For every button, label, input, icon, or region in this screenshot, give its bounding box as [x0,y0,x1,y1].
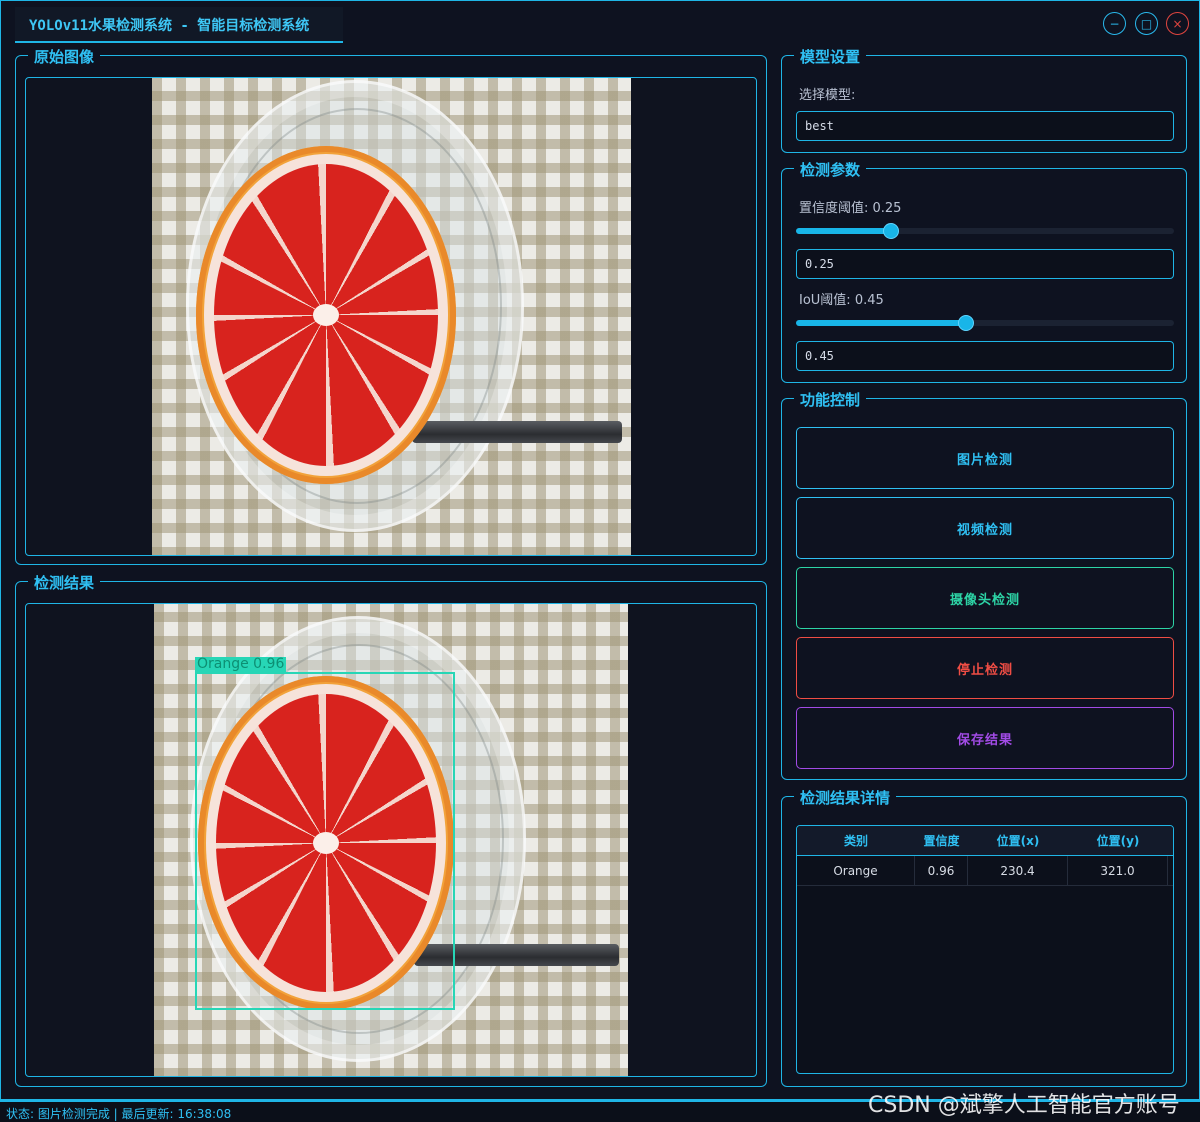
app-window: YOLOv11水果检测系统 - 智能目标检测系统 − □ × 原始图像 检测结果… [0,0,1200,1100]
column-header-y[interactable]: 位置(y) [1068,826,1168,855]
model-settings-panel: 模型设置 选择模型: best [781,46,1187,153]
image-detect-button[interactable]: 图片检测 [796,427,1174,489]
result-image-frame: Orange 0.96 [25,603,757,1077]
detection-box: Orange 0.96 [195,657,455,1010]
confidence-slider-handle[interactable] [883,223,899,239]
iou-slider-handle[interactable] [958,315,974,331]
confidence-label: 置信度阈值: 0.25 [799,201,902,216]
function-control-panel: 功能控制 图片检测 视频检测 摄像头检测 停止检测 保存结果 [781,389,1187,780]
original-image-panel: 原始图像 [15,46,767,565]
iou-input[interactable]: 0.45 [796,341,1174,371]
model-select[interactable]: best [796,111,1174,141]
cell-confidence: 0.96 [915,856,968,885]
save-result-button[interactable]: 保存结果 [796,707,1174,769]
table-row[interactable]: Orange 0.96 230.4 321.0 [797,856,1173,886]
minimize-button[interactable]: − [1103,12,1126,35]
grapefruit [196,146,456,484]
iou-slider[interactable] [796,315,1174,331]
column-header-confidence[interactable]: 置信度 [915,826,968,855]
column-header-class[interactable]: 类别 [797,826,915,855]
maximize-icon: □ [1140,16,1153,31]
maximize-button[interactable]: □ [1135,12,1158,35]
detection-params-title: 检测参数 [794,159,867,180]
result-photo: Orange 0.96 [154,604,628,1076]
results-table-header: 类别 置信度 位置(x) 位置(y) [797,826,1173,856]
original-image-title: 原始图像 [28,46,101,67]
detection-params-panel: 检测参数 置信度阈值: 0.25 0.25 IoU阈值: 0.45 0.45 [781,159,1187,383]
original-image-frame [25,77,757,556]
cell-x: 230.4 [968,856,1068,885]
close-icon: × [1172,16,1183,31]
camera-detect-button[interactable]: 摄像头检测 [796,567,1174,629]
minimize-icon: − [1109,16,1120,31]
results-detail-title: 检测结果详情 [794,787,897,808]
detection-result-title: 检测结果 [28,572,101,593]
close-button[interactable]: × [1166,12,1189,35]
title-bar: YOLOv11水果检测系统 - 智能目标检测系统 − □ × [1,1,1199,43]
iou-label: IoU阈值: 0.45 [799,293,884,308]
watermark: CSDN @斌擎人工智能官方账号 [868,1093,1180,1118]
model-select-label: 选择模型: [799,88,856,103]
cell-class: Orange [797,856,915,885]
detection-label: Orange 0.96 [195,656,287,672]
detection-result-panel: 检测结果 Orange 0.96 [15,572,767,1087]
confidence-slider[interactable] [796,223,1174,239]
results-table[interactable]: 类别 置信度 位置(x) 位置(y) Orange 0.96 230.4 321… [796,825,1174,1074]
original-photo [152,78,631,555]
status-text: 状态: 图片检测完成 | 最后更新: 16:38:08 [6,1107,232,1121]
results-detail-panel: 检测结果详情 类别 置信度 位置(x) 位置(y) Orange 0.96 23… [781,787,1187,1087]
model-settings-title: 模型设置 [794,46,867,67]
window-title: YOLOv11水果检测系统 - 智能目标检测系统 [29,18,310,34]
stop-detect-button[interactable]: 停止检测 [796,637,1174,699]
iou-slider-fill [796,320,966,326]
video-detect-button[interactable]: 视频检测 [796,497,1174,559]
confidence-slider-fill [796,228,891,234]
cell-y: 321.0 [1068,856,1168,885]
column-header-x[interactable]: 位置(x) [968,826,1068,855]
title-tab: YOLOv11水果检测系统 - 智能目标检测系统 [15,7,343,43]
spoon [412,421,622,443]
function-control-title: 功能控制 [794,389,867,410]
confidence-input[interactable]: 0.25 [796,249,1174,279]
